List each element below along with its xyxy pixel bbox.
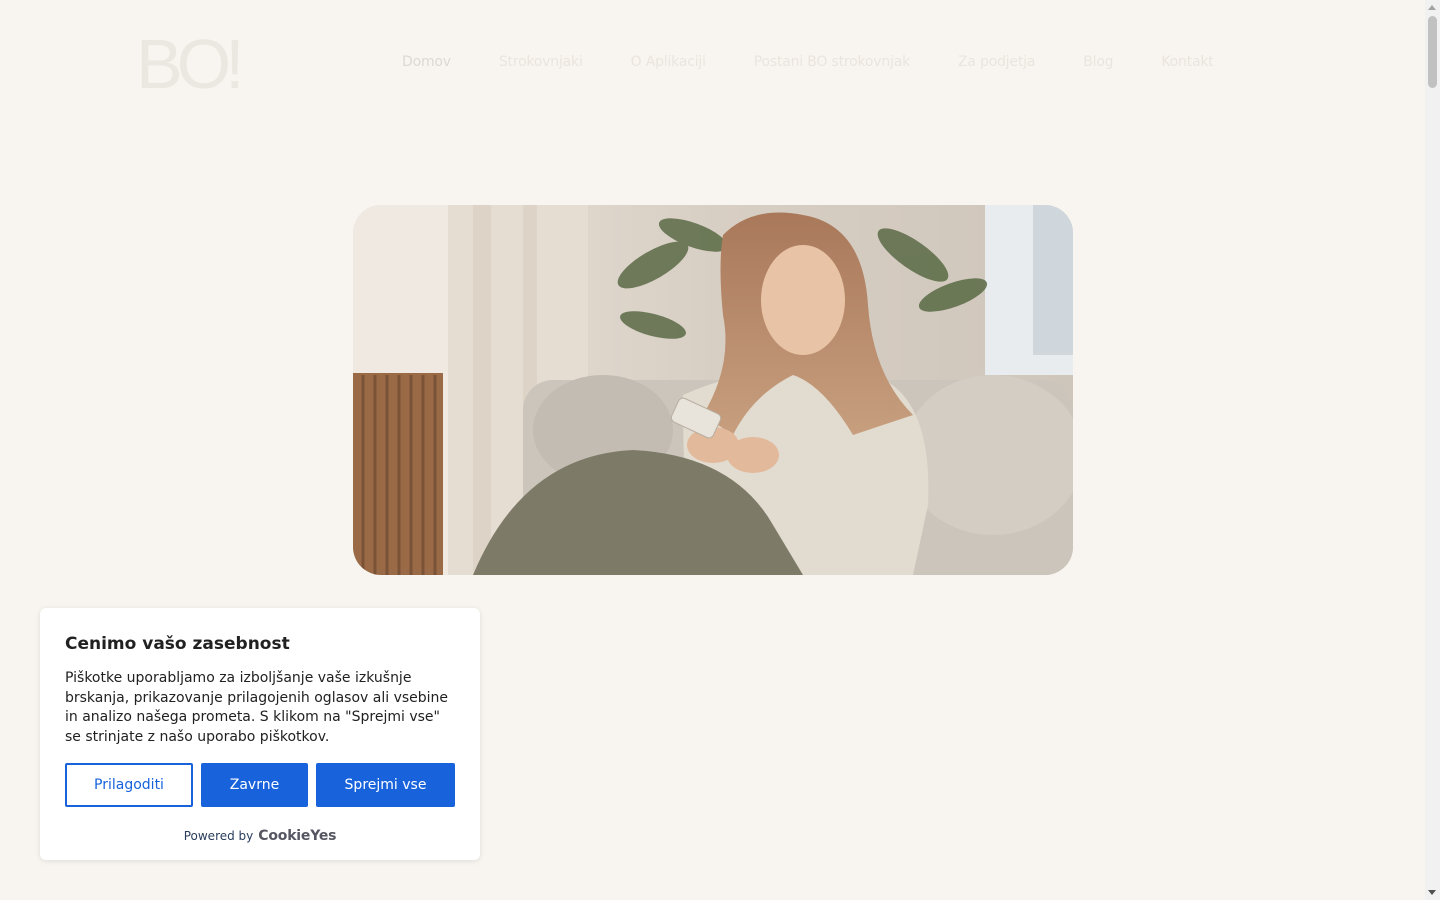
scroll-down-arrow-icon[interactable]: [1428, 890, 1436, 895]
nav-item-domov[interactable]: Domov: [402, 54, 451, 74]
powered-by: Powered by CookieYes: [40, 828, 480, 844]
nav-item-o-aplikaciji[interactable]: O Aplikaciji: [631, 54, 706, 74]
nav-item-kontakt[interactable]: Kontakt: [1161, 54, 1213, 74]
customize-button[interactable]: Prilagoditi: [65, 763, 193, 807]
powered-by-label: Powered by: [183, 829, 254, 843]
site-logo[interactable]: BO!: [136, 29, 245, 99]
cookieyes-logo[interactable]: CookieYes: [258, 828, 336, 844]
woman-on-sofa-with-phone-photo-icon: [353, 205, 1073, 575]
accept-all-button[interactable]: Sprejmi vse: [316, 763, 455, 807]
cookie-banner-title: Cenimo vašo zasebnost: [65, 634, 290, 654]
page-scrollbar[interactable]: [1425, 0, 1440, 900]
scrollbar-thumb[interactable]: [1428, 16, 1437, 88]
reject-button[interactable]: Zavrne: [201, 763, 308, 807]
nav-item-strokovnjaki[interactable]: Strokovnjaki: [499, 54, 583, 74]
main-nav: Domov Strokovnjaki O Aplikaciji Postani …: [402, 54, 1214, 74]
cookie-banner-text: Piškotke uporabljamo za izboljšanje vaše…: [65, 670, 449, 745]
nav-item-postani-strokovnjak[interactable]: Postani BO strokovnjak: [754, 54, 910, 74]
cookie-consent-banner: Cenimo vašo zasebnost Piškotke uporablja…: [40, 608, 480, 860]
scroll-up-arrow-icon[interactable]: [1428, 5, 1436, 10]
hero-image: [353, 205, 1073, 575]
nav-item-blog[interactable]: Blog: [1083, 54, 1113, 74]
nav-item-za-podjetja[interactable]: Za podjetja: [958, 54, 1035, 74]
